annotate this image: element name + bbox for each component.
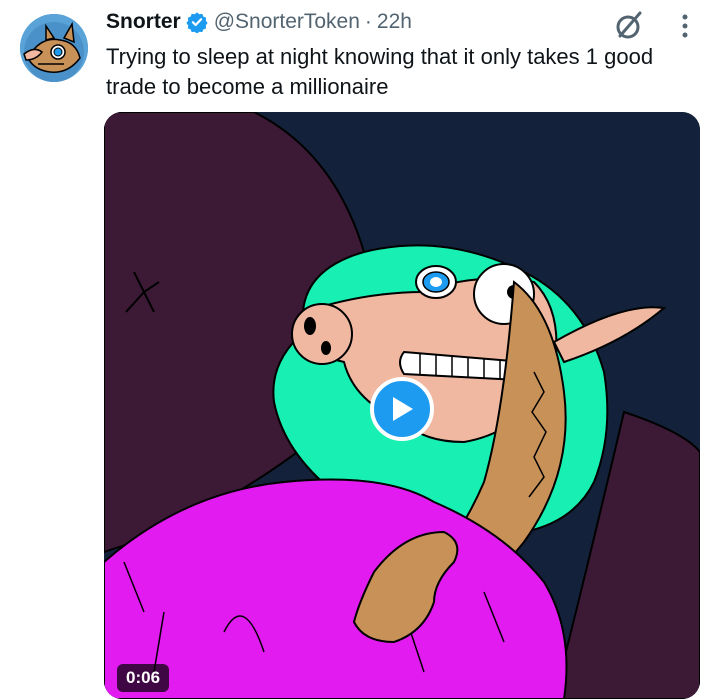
avatar[interactable]	[20, 14, 88, 82]
verified-badge-icon	[186, 12, 208, 33]
tweet-timestamp[interactable]: 22h	[377, 10, 412, 34]
tweet-text: Trying to sleep at night knowing that it…	[106, 44, 654, 99]
more-options-icon[interactable]	[674, 12, 696, 40]
grok-icon[interactable]	[612, 8, 646, 42]
video-player[interactable]: 0:06	[104, 112, 700, 699]
snorter-avatar-icon	[20, 14, 88, 82]
author-name[interactable]: Snorter	[106, 10, 181, 34]
play-icon	[393, 397, 413, 421]
author-handle[interactable]: @SnorterToken	[214, 10, 360, 34]
tweet-header: Snorter @SnorterToken · 22h	[106, 9, 412, 35]
separator-dot: ·	[364, 10, 372, 33]
play-button[interactable]	[370, 377, 434, 441]
video-duration: 0:06	[117, 664, 170, 692]
